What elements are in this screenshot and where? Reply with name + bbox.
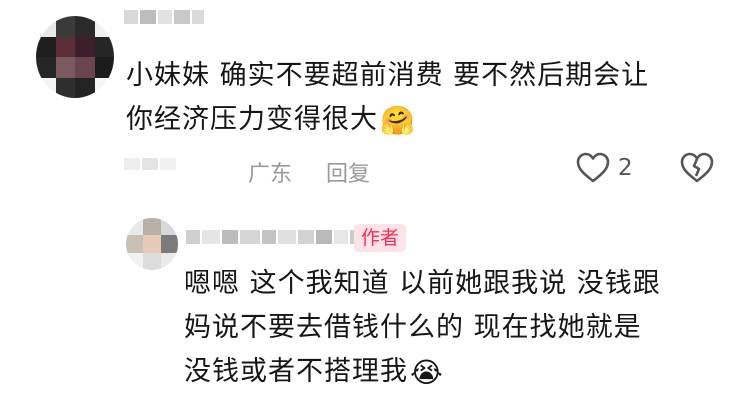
timestamp-pixelated	[124, 158, 176, 170]
reply-comment-text: 嗯嗯 这个我知道 以前她跟我说 没钱跟 妈说不要去借钱什么的 现在找她就是 没钱…	[184, 262, 661, 394]
hug-emoji: 🤗	[380, 103, 416, 137]
author-badge: 作者	[354, 224, 407, 252]
comment-text-line: 小妹妹 确实不要超前消费 要不然后期会让	[126, 60, 650, 91]
location-label: 广东	[248, 162, 293, 187]
username-pixelated[interactable]	[124, 10, 204, 24]
like-button[interactable]: 2	[576, 152, 633, 184]
comment-text-line: 没钱或者不搭理我😭	[184, 350, 661, 394]
comment-text-line: 嗯嗯 这个我知道 以前她跟我说 没钱跟	[184, 268, 661, 299]
broken-heart-icon	[680, 152, 714, 184]
avatar[interactable]	[126, 218, 178, 270]
username-pixelated[interactable]	[186, 230, 362, 244]
avatar[interactable]	[36, 16, 114, 98]
heart-outline-icon	[576, 152, 610, 184]
comment-text-line: 妈说不要去借钱什么的 现在找她就是	[184, 312, 642, 343]
reply-button[interactable]: 回复	[326, 156, 370, 188]
dislike-button[interactable]	[680, 152, 714, 184]
crying-emoji: 😭	[410, 355, 444, 389]
comment-meta: 广东 回复	[248, 156, 370, 188]
like-count: 2	[618, 155, 633, 181]
comment-text: 小妹妹 确实不要超前消费 要不然后期会让 你经济压力变得很大🤗	[126, 54, 649, 142]
comment: 小妹妹 确实不要超前消费 要不然后期会让 你经济压力变得很大🤗 广东 回复 2	[0, 0, 750, 200]
comment-text-line: 你经济压力变得很大🤗	[126, 98, 649, 142]
